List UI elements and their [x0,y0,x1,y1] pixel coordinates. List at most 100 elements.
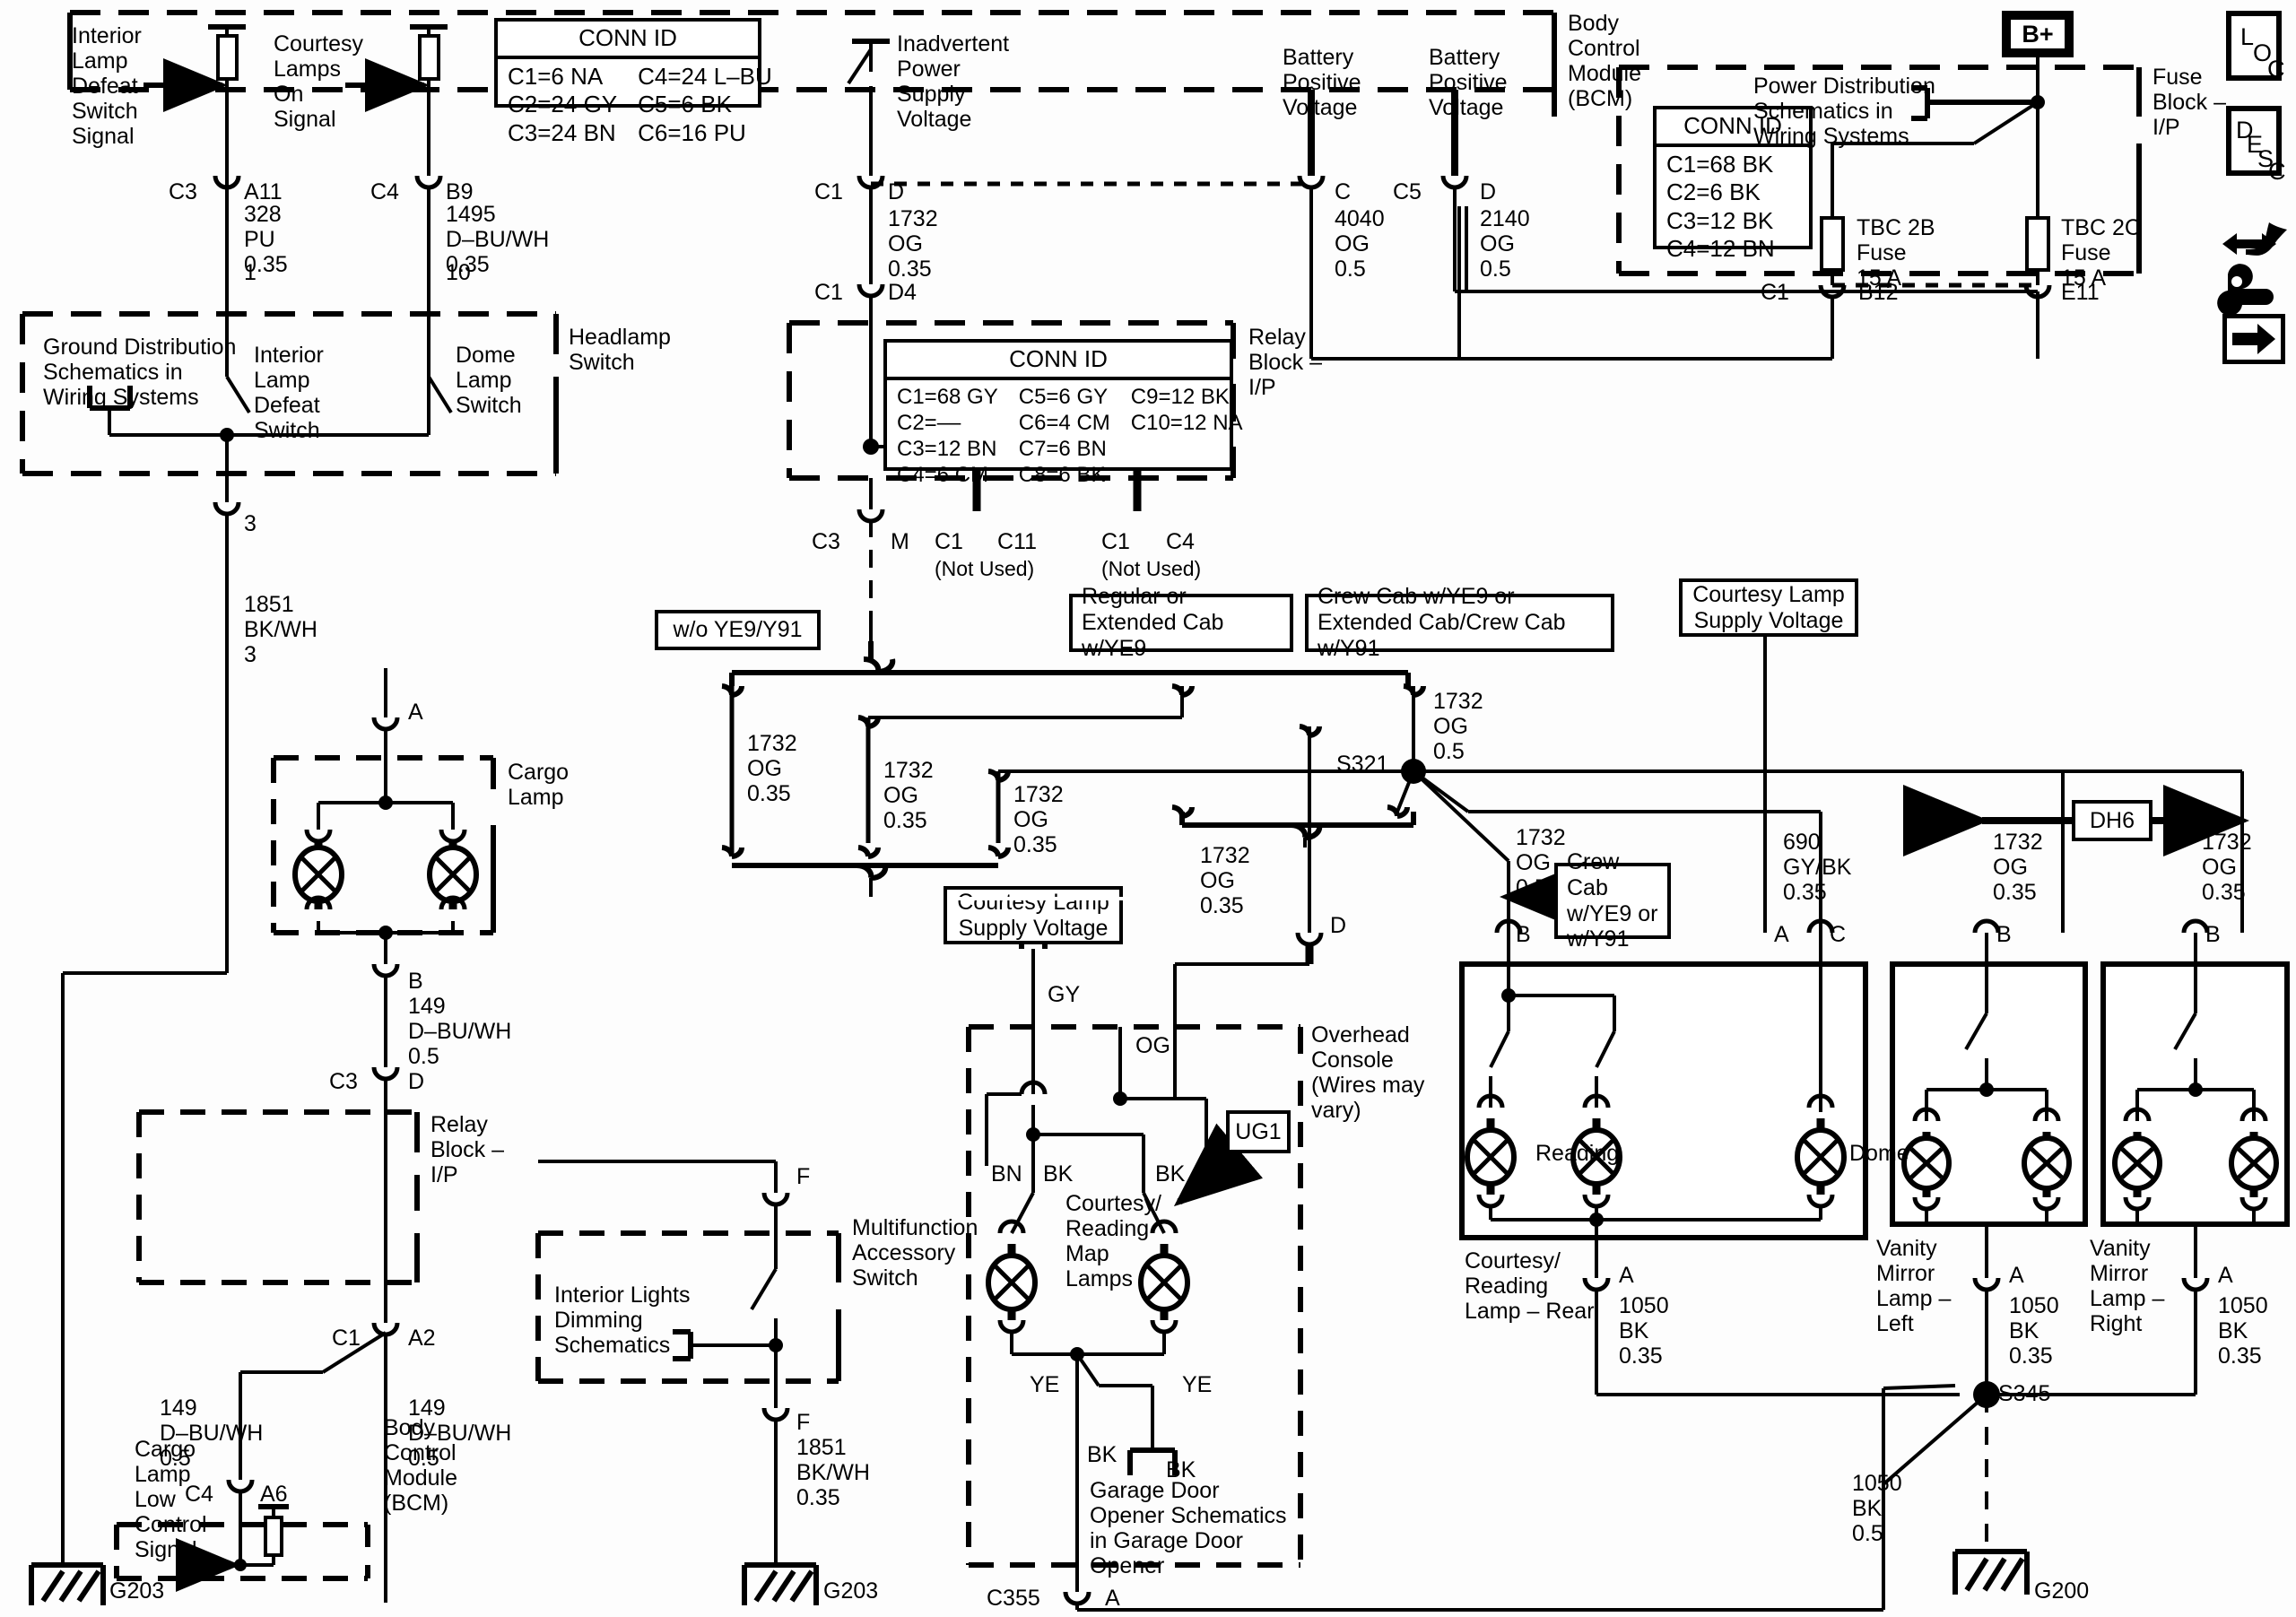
wire-label-1495: 1495 D–BU/WH 0.35 [446,202,550,277]
wire-label-1732a: 1732 OG 0.35 [888,206,938,282]
conn-cell: C5=6 BK [638,91,732,118]
signal-label-inadvertent-power: Inadvertent Power Supply Voltage [897,31,1010,132]
next-button[interactable] [2222,314,2285,364]
connector-cargo-b: B [408,969,423,994]
conn-id-title-bcm: CONN ID [498,22,758,59]
module-label-bcm-bottom: Body Control Module (BCM) [384,1415,457,1516]
connector-pin-3: 3 [244,511,257,536]
ground-label-g200: G200 [2034,1578,2090,1604]
wire-label-1050c: 1050 BK 0.35 [2218,1293,2268,1369]
wiring-diagram-canvas: Interior Lamp Defeat Switch Signal Court… [0,0,2296,1617]
right-arrow-icon [2232,324,2275,354]
connector-e11: E11 [2061,280,2100,305]
connector-rear-a: C [1830,922,1847,947]
module-label-fuse-block: Fuse Block – I/P [2152,65,2226,140]
conn-id-table-relay-block: CONN ID C1=68 GY C5=6 GY C9=12 BK C2=–– C6=… [883,339,1243,487]
desc-letter-c: C [2268,158,2286,185]
connector-c4: C4 [370,179,399,204]
spacer [951,897,1130,900]
connector-a6: A6 [260,1482,288,1507]
connector-c3-relay: C3 [812,529,840,554]
connector-a2: A2 [408,1326,436,1351]
wire-label-1851b: 1851 BK/WH 0.35 [796,1435,870,1510]
conn-cell: C4=24 L–BU [638,63,772,90]
connector-b12: B12 [1858,280,1899,305]
conn-cell: C1=68 GY [897,385,998,409]
conn-cell [1130,436,1263,462]
conn-cell: C2=6 BK [1666,178,1761,206]
lamp-label-dome: Dome [1849,1141,1909,1166]
signal-label-battery-positive-2: Battery Positive Voltage [1429,45,1508,120]
conn-cell: C6=16 PU [638,118,746,146]
conn-cell: C4=12 BN [1666,235,1775,263]
wire-color-bn-right: BN [1215,1161,1247,1187]
loc-button[interactable]: L O C [2226,11,2285,83]
connector-c3-cargo: C3 [329,1069,358,1094]
wire-color-gy: GY [1048,982,1081,1007]
option-box-ug1: UG1 [1226,1110,1291,1153]
wire-color-bk-gdo-1: BK [1087,1442,1118,1467]
conn-cell: C4=6 CM [897,463,989,488]
conn-cell: C2=–– [897,411,961,436]
connector-note-not-used-1: (Not Used) [935,557,1035,580]
connector-mf-f: F [796,1164,811,1189]
switch-label-interior-lamp-defeat: Interior Lamp Defeat Switch [254,343,324,443]
connector-c5: C5 [1393,179,1422,204]
ground-label-g203-left: G203 [109,1578,165,1604]
ref-power-distribution: Power Distribution Schematics in Wiring … [1753,74,1935,149]
connector-c4-relay: C4 [1166,529,1195,554]
wire-label-1050d: 1050 BK 0.5 [1852,1471,1902,1546]
connector-c-battery: C [1335,179,1352,204]
lamp-label-courtesy-reading-map: Courtesy/ Reading Map Lamps [1065,1191,1161,1291]
module-label-bcm-top: Body Control Module (BCM) [1568,11,1641,111]
conn-cell: C8=6 BK [1018,463,1106,488]
conn-cell: C7=6 BN [1018,437,1107,462]
arrows-wrench-icon [2217,222,2287,314]
conn-cell: C3=12 BN [897,437,997,462]
connector-note-not-used-2: (Not Used) [1101,557,1202,580]
wire-label-1732b: 1732 OG 0.35 [747,731,797,806]
conn-cell: C6=4 CM [1018,411,1110,436]
conn-cell [1130,462,1263,488]
signal-label-battery-positive-1: Battery Positive Voltage [1283,45,1361,120]
tools-icon-group[interactable] [2215,215,2296,314]
wire-label-1732f: 1732 OG 0.5 [1433,689,1483,764]
connector-a11: A11 [244,179,283,204]
switch-label-dome-lamp: Dome Lamp Switch [456,343,522,418]
wire-label-1732h: 1732 OG 0.35 [1993,830,2043,905]
connector-c355-a-right: D [1330,913,1347,938]
module-label-overhead-console: Overhead Console (Wires may vary) [1311,1022,1425,1123]
module-label-headlamp-switch: Headlamp Switch [569,325,671,375]
wire-label-328: 328 PU 0.35 [244,202,288,277]
conn-cell: C1=6 NA [508,63,604,90]
connector-d-cargo: D [408,1069,425,1094]
option-box-wo-ye9: w/o YE9/Y91 [655,610,821,650]
conn-cell: C9=12 BK [1130,385,1230,409]
connector-c355-b-right: A [1105,1586,1120,1611]
desc-button[interactable]: D E S C [2226,106,2286,185]
wire-label-4040: 4040 OG 0.5 [1335,206,1385,282]
schematic-linework [20,10,2290,1612]
module-label-multifunction-switch: Multifunction Accessory Switch [852,1215,978,1291]
wire-color-ye-right: YE [1182,1372,1213,1397]
wire-label-1732e: 1732 OG 0.35 [1200,843,1250,918]
option-box-regular-extended: Regular or Extended Cab w/YE9 [1069,584,1293,661]
conn-id-table-bcm: CONN ID C1=6 NA C4=24 L–BU C2=24 GY C5=6 B… [494,18,772,146]
loc-letter-l: L [2240,23,2255,50]
wire-label-1050b: 1050 BK 0.35 [2009,1293,2059,1369]
connector-rear-c: B [1516,922,1531,947]
connector-vanity-left-b: A [2009,1263,2024,1288]
ref-ground-distribution: Ground Distribution Schematics in Wiring… [43,335,237,410]
connector-690-a: A [1774,922,1789,947]
connector-rear-b: A [1619,1263,1634,1288]
connector-c3: C3 [169,179,197,204]
connector-d4: D4 [888,280,917,305]
wire-label-1732i: 1732 OG 0.35 [2202,830,2252,905]
connector-c1-top: C1 [814,179,843,204]
conn-cell: C3=24 BN [508,118,616,146]
signal-label-interior-lamp-defeat: Interior Lamp Defeat Switch Signal [72,23,142,149]
lamp-label-reading: Reading [1535,1141,1620,1166]
ref-interior-lights-dimming: Interior Lights Dimming Schematics [554,1282,691,1358]
option-box-dh6: DH6 [2072,800,2152,841]
wire-label-1732d: 1732 OG 0.35 [1013,782,1064,857]
